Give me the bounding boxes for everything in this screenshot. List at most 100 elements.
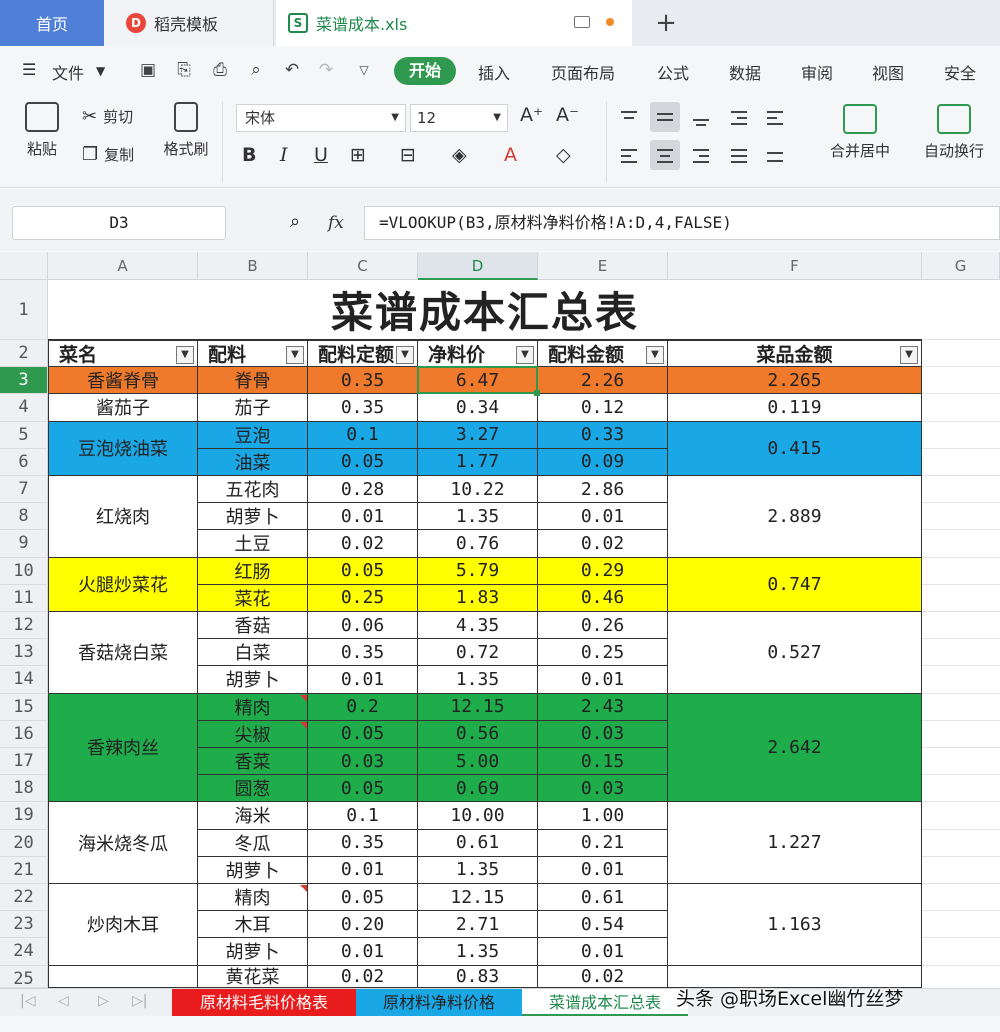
row-header-6[interactable]: 6 [0,448,48,476]
quantity-cell[interactable]: 0.25 [308,584,418,612]
quantity-cell[interactable]: 0.01 [308,938,418,966]
ingredient-cell[interactable]: 油菜 [198,448,308,476]
ingredient-cell[interactable]: 胡萝卜 [198,938,308,966]
column-header-d[interactable]: D [418,252,538,280]
quantity-cell[interactable]: 0.01 [308,856,418,884]
new-tab-button[interactable]: + [650,0,682,46]
sheet-tab-summary[interactable]: 菜谱成本汇总表 [522,989,688,1017]
chevron-down-icon[interactable]: ▼ [96,64,105,78]
justify-button[interactable] [724,140,754,170]
net-price-cell[interactable]: 1.35 [418,666,538,694]
filter-dropdown-icon[interactable]: ▼ [646,346,664,364]
row-header-12[interactable]: 12 [0,612,48,640]
next-sheet-icon[interactable]: ▷ [98,993,109,1009]
dish-total-cell[interactable]: 2.265 [668,367,922,395]
net-price-cell[interactable]: 0.61 [418,829,538,857]
dish-total-cell[interactable]: 0.119 [668,394,922,422]
quantity-cell[interactable]: 0.01 [308,666,418,694]
menu-page-layout[interactable]: 页面布局 [551,60,615,84]
tab-daoke-template[interactable]: D 稻壳模板 [104,0,274,46]
header-cell[interactable]: 配料 ▼ [198,340,308,368]
undo-icon[interactable]: ↶ [282,60,302,80]
monitor-icon[interactable] [574,16,590,28]
underline-icon[interactable]: U [314,144,328,166]
amount-cell[interactable]: 0.01 [538,856,668,884]
ingredient-cell[interactable]: 香菇 [198,612,308,640]
menu-insert[interactable]: 插入 [478,60,510,84]
dish-name-cell[interactable]: 炒肉木耳 [48,884,198,966]
row-header-13[interactable]: 13 [0,639,48,667]
amount-cell[interactable]: 2.86 [538,476,668,504]
sheet-title[interactable]: 菜谱成本汇总表 [48,280,922,340]
decrease-font-icon[interactable]: A⁻ [556,104,579,126]
print-icon[interactable]: ⎙ [210,60,230,80]
row-header-9[interactable]: 9 [0,530,48,558]
quantity-cell[interactable]: 0.35 [308,394,418,422]
dish-total-cell[interactable]: 0.527 [668,612,922,694]
column-header-a[interactable]: A [48,252,198,280]
ingredient-cell[interactable]: 豆泡 [198,421,308,449]
ingredient-cell[interactable]: 胡萝卜 [198,666,308,694]
export-icon[interactable]: ⎘ [174,60,194,80]
zoom-icon[interactable]: ⌕ [290,211,300,232]
quantity-cell[interactable]: 0.28 [308,476,418,504]
amount-cell[interactable]: 2.43 [538,693,668,721]
cell-style-icon[interactable]: ⊟ [400,144,416,166]
dish-name-cell[interactable]: 香菇烧白菜 [48,612,198,694]
amount-cell[interactable]: 0.12 [538,394,668,422]
hamburger-icon[interactable]: ☰ [22,60,36,79]
column-header-f[interactable]: F [668,252,922,280]
indent-decrease-button[interactable] [724,102,754,132]
indent-increase-button[interactable] [760,102,790,132]
header-cell[interactable]: 配料金额 ▼ [538,340,668,368]
save-icon[interactable]: ▣ [138,60,158,80]
dish-name-cell[interactable]: 红烧肉 [48,476,198,558]
column-header-b[interactable]: B [198,252,308,280]
column-header-g[interactable]: G [922,252,1000,280]
last-sheet-icon[interactable]: ▷| [132,993,147,1009]
filter-dropdown-icon[interactable]: ▼ [396,346,414,364]
header-cell[interactable]: 净料价 ▼ [418,340,538,368]
ingredient-cell[interactable]: 黄花菜 [198,965,308,988]
row-header-4[interactable]: 4 [0,394,48,422]
net-price-cell[interactable]: 5.79 [418,557,538,585]
dish-total-cell[interactable]: 0.415 [668,421,922,476]
font-color-icon[interactable]: A [504,144,517,166]
row-header-5[interactable]: 5 [0,421,48,449]
dish-name-cell[interactable]: 海米烧冬瓜 [48,802,198,884]
quantity-cell[interactable]: 0.03 [308,748,418,776]
ingredient-cell[interactable]: 土豆 [198,530,308,558]
comment-indicator-icon[interactable] [300,721,307,729]
quantity-cell[interactable]: 0.35 [308,639,418,667]
row-header-22[interactable]: 22 [0,884,48,912]
quantity-cell[interactable]: 0.05 [308,775,418,803]
active-cell-selection[interactable] [417,366,540,397]
amount-cell[interactable]: 0.46 [538,584,668,612]
sheet-tab-net-price[interactable]: 原材料净料价格 [356,989,522,1017]
quantity-cell[interactable]: 0.35 [308,367,418,395]
amount-cell[interactable]: 0.21 [538,829,668,857]
ingredient-cell[interactable]: 菜花 [198,584,308,612]
row-header-11[interactable]: 11 [0,584,48,612]
row-header-21[interactable]: 21 [0,856,48,884]
net-price-cell[interactable]: 0.56 [418,720,538,748]
menu-start[interactable]: 开始 [394,57,456,85]
quantity-cell[interactable]: 0.06 [308,612,418,640]
filter-dropdown-icon[interactable]: ▼ [900,346,918,364]
fx-icon[interactable]: fx [328,213,344,233]
row-header-25[interactable]: 25 [0,965,48,989]
italic-icon[interactable]: I [280,144,288,166]
dish-total-cell[interactable]: 2.642 [668,693,922,803]
ingredient-cell[interactable]: 脊骨 [198,367,308,395]
dish-total-cell[interactable]: 2.889 [668,476,922,558]
ingredient-cell[interactable]: 红肠 [198,557,308,585]
amount-cell[interactable]: 0.01 [538,938,668,966]
net-price-cell[interactable]: 0.69 [418,775,538,803]
quantity-cell[interactable]: 0.02 [308,530,418,558]
amount-cell[interactable]: 2.26 [538,367,668,395]
copy-button[interactable]: ❐ 复制 [82,144,134,165]
menu-data[interactable]: 数据 [729,60,761,84]
ingredient-cell[interactable]: 香菜 [198,748,308,776]
first-sheet-icon[interactable]: |◁ [20,993,35,1009]
quantity-cell[interactable]: 0.1 [308,802,418,830]
